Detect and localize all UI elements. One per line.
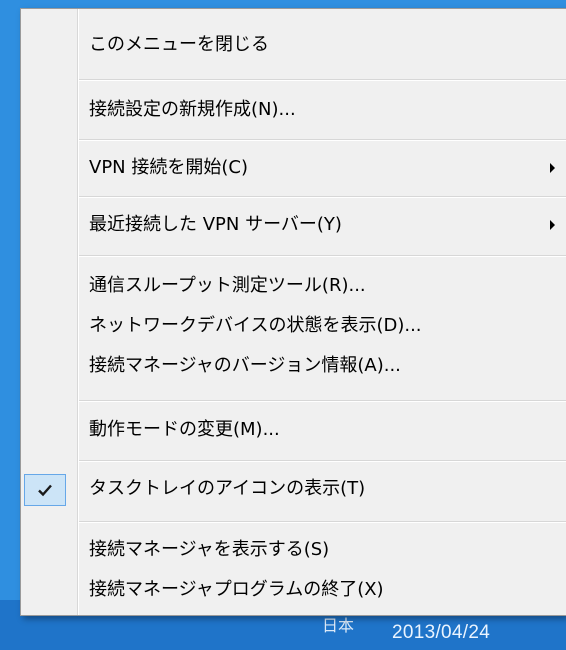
menu-item-recent-vpn-servers[interactable]: 最近接続した VPN サーバー(Y) [21, 205, 566, 245]
menu-item-label: 接続マネージャのバージョン情報(A)... [89, 355, 401, 376]
menu-item-exit-program[interactable]: 接続マネージャプログラムの終了(X) [21, 570, 566, 610]
menu-separator [79, 460, 566, 462]
menu-item-label: 通信スループット測定ツール(R)... [89, 275, 366, 296]
menu-item-close-menu[interactable]: このメニューを閉じる [21, 25, 566, 65]
tray-date[interactable]: 2013/04/24 [392, 622, 490, 644]
checkmark-icon [38, 484, 52, 497]
menu-item-start-vpn[interactable]: VPN 接続を開始(C) [21, 148, 566, 188]
context-menu: このメニューを閉じる 接続設定の新規作成(N)... VPN 接続を開始(C) … [20, 8, 566, 616]
menu-separator [79, 521, 566, 523]
menu-item-throughput-tool[interactable]: 通信スループット測定ツール(R)... [21, 266, 566, 306]
menu-separator [79, 255, 566, 257]
menu-item-label: ネットワークデバイスの状態を表示(D)... [89, 315, 422, 336]
menu-separator [79, 79, 566, 81]
menu-item-change-mode[interactable]: 動作モードの変更(M)... [21, 410, 566, 450]
menu-item-label: 最近接続した VPN サーバー(Y) [89, 214, 342, 235]
menu-item-label: VPN 接続を開始(C) [89, 157, 248, 178]
submenu-arrow-icon [550, 163, 555, 173]
submenu-arrow-icon [550, 220, 555, 230]
menu-separator [79, 400, 566, 402]
menu-item-label: 動作モードの変更(M)... [89, 419, 280, 440]
menu-item-label: このメニューを閉じる [89, 34, 269, 55]
menu-item-version-info[interactable]: 接続マネージャのバージョン情報(A)... [21, 346, 566, 386]
menu-item-label: 接続マネージャを表示する(S) [89, 539, 330, 560]
menu-item-network-device-status[interactable]: ネットワークデバイスの状態を表示(D)... [21, 306, 566, 346]
menu-item-new-connection[interactable]: 接続設定の新規作成(N)... [21, 90, 566, 130]
menu-item-label: タスクトレイのアイコンの表示(T) [89, 478, 366, 499]
menu-item-label: 接続設定の新規作成(N)... [89, 99, 296, 120]
menu-separator [79, 139, 566, 141]
menu-item-show-tray-icon[interactable]: タスクトレイのアイコンの表示(T) [21, 469, 566, 509]
menu-separator [79, 196, 566, 198]
checkmark-box [24, 474, 66, 506]
menu-item-show-connection-manager[interactable]: 接続マネージャを表示する(S) [21, 530, 566, 570]
menu-item-label: 接続マネージャプログラムの終了(X) [89, 579, 384, 600]
